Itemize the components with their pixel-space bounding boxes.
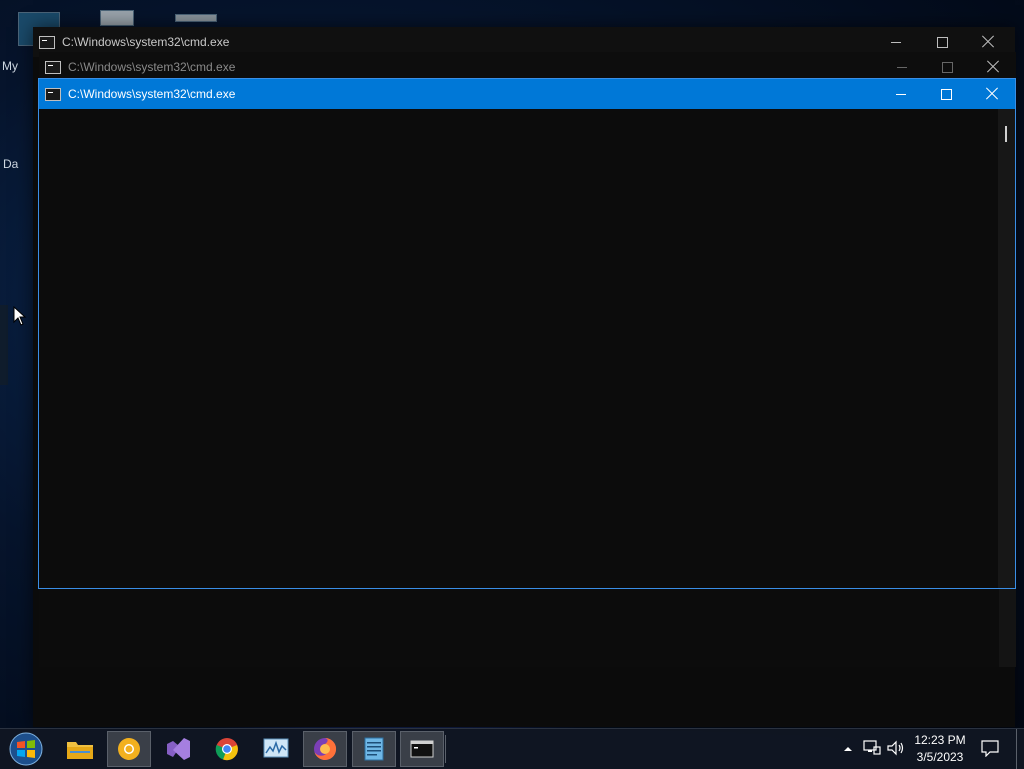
scrollbar[interactable] <box>998 109 1015 588</box>
minimize-icon <box>897 66 907 68</box>
taskbar-separator <box>445 735 446 763</box>
maximize-button[interactable] <box>923 79 969 109</box>
monitor-chart-icon <box>263 738 289 758</box>
minimize-icon <box>891 41 901 43</box>
chevron-up-icon <box>844 747 852 751</box>
close-button[interactable] <box>969 79 1015 109</box>
window-title: C:\Windows\system32\cmd.exe <box>62 35 230 49</box>
window-title: C:\Windows\system32\cmd.exe <box>68 87 236 101</box>
maximize-icon <box>936 36 948 48</box>
show-desktop-button[interactable] <box>1016 729 1024 769</box>
visual-studio-icon <box>167 738 190 760</box>
speaker-icon <box>887 740 904 756</box>
show-hidden-icons-button[interactable] <box>840 741 856 757</box>
network-icon <box>863 740 881 755</box>
taskbar-cmd[interactable] <box>400 731 444 767</box>
start-button[interactable] <box>4 731 48 767</box>
taskbar-firefox[interactable] <box>303 731 347 767</box>
cmd-icon <box>39 35 55 49</box>
desktop-icon-3[interactable] <box>175 14 217 22</box>
windows-logo-icon <box>9 732 43 766</box>
clock-date: 3/5/2023 <box>916 750 964 764</box>
cmd-icon <box>410 740 434 758</box>
cmd-icon <box>45 87 61 101</box>
taskbar-file-explorer[interactable] <box>58 731 102 767</box>
minimize-button[interactable] <box>878 79 924 109</box>
scrollbar-thumb[interactable] <box>1005 126 1007 142</box>
taskbar-visual-studio[interactable] <box>156 731 200 767</box>
close-icon <box>987 61 999 73</box>
maximize-icon <box>941 61 953 73</box>
window-title: C:\Windows\system32\cmd.exe <box>68 60 236 74</box>
taskbar-resource-monitor[interactable] <box>254 731 298 767</box>
desktop-edge-shadow <box>0 305 8 385</box>
folder-icon <box>67 742 93 759</box>
notification-icon <box>981 740 999 758</box>
desktop-icon-label: Da <box>3 157 19 171</box>
taskbar-chrome-canary[interactable] <box>107 731 151 767</box>
mouse-cursor-icon <box>13 306 27 326</box>
desktop-icon-2[interactable] <box>100 10 134 26</box>
taskbar-notepad[interactable] <box>352 731 396 767</box>
minimize-icon <box>896 93 906 95</box>
close-icon <box>986 88 998 100</box>
chrome-canary-icon <box>118 738 140 760</box>
chrome-icon <box>215 738 238 761</box>
clock[interactable]: 12:23 PM 3/5/2023 <box>908 729 972 769</box>
cmd-window-front[interactable]: C:\Windows\system32\cmd.exe <box>38 78 1016 589</box>
volume-button[interactable] <box>886 739 906 759</box>
console-area[interactable] <box>39 109 998 588</box>
network-button[interactable] <box>862 739 882 759</box>
notepad-icon <box>364 737 384 761</box>
cmd-icon <box>45 60 61 74</box>
action-center-button[interactable] <box>980 739 1002 759</box>
desktop-icon-label: My <box>2 59 18 73</box>
taskbar: 12:23 PM 3/5/2023 <box>0 728 1024 769</box>
firefox-icon <box>314 737 337 760</box>
taskbar-chrome[interactable] <box>205 731 249 767</box>
console-output <box>39 109 998 117</box>
clock-time: 12:23 PM <box>914 733 966 747</box>
maximize-icon <box>940 88 952 100</box>
close-icon <box>982 36 994 48</box>
title-bar[interactable]: C:\Windows\system32\cmd.exe <box>39 79 1015 109</box>
